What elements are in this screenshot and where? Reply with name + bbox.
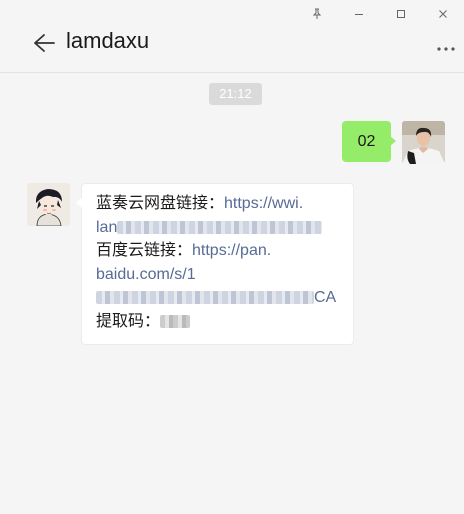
message-line-lanzou-cont: lan <box>96 216 341 240</box>
redacted-link-text <box>117 220 323 234</box>
message-line-lanzou: 蓝奏云网盘链接：https://wwi. <box>96 192 341 216</box>
redacted-link-text <box>96 291 314 305</box>
avatar-self[interactable] <box>402 121 445 164</box>
baidu-link-end[interactable]: CA <box>314 289 336 306</box>
chat-title: lamdaxu <box>66 28 150 53</box>
more-dots-icon[interactable] <box>434 39 458 59</box>
received-message-bubble[interactable]: 蓝奏云网盘链接：https://wwi. lan 百度云链接：https://p… <box>76 183 354 345</box>
avatar-contact[interactable] <box>27 183 70 226</box>
extract-code-label: 提取码： <box>96 312 161 330</box>
back-arrow-icon[interactable] <box>31 30 57 56</box>
baidu-label: 百度云链接： <box>96 242 193 259</box>
chat-header: lamdaxu <box>0 0 464 73</box>
lanzou-link-cont[interactable]: lan <box>96 219 117 236</box>
message-line-code: 提取码： <box>96 310 341 334</box>
message-line-baidu-cont2: CA <box>96 286 341 310</box>
message-line-baidu: 百度云链接：https://pan. <box>96 239 341 263</box>
message-line-baidu-cont: baidu.com/s/1 <box>96 263 341 287</box>
message-timestamp: 21:12 <box>209 83 262 105</box>
baidu-link-cont[interactable]: baidu.com/s/1 <box>96 266 196 283</box>
lanzou-link[interactable]: https://wwi. <box>224 195 303 212</box>
sent-message-bubble[interactable]: 02 <box>342 121 396 162</box>
baidu-link[interactable]: https://pan. <box>192 242 271 259</box>
redacted-code <box>160 314 191 328</box>
lanzou-label: 蓝奏云网盘链接： <box>96 195 225 212</box>
